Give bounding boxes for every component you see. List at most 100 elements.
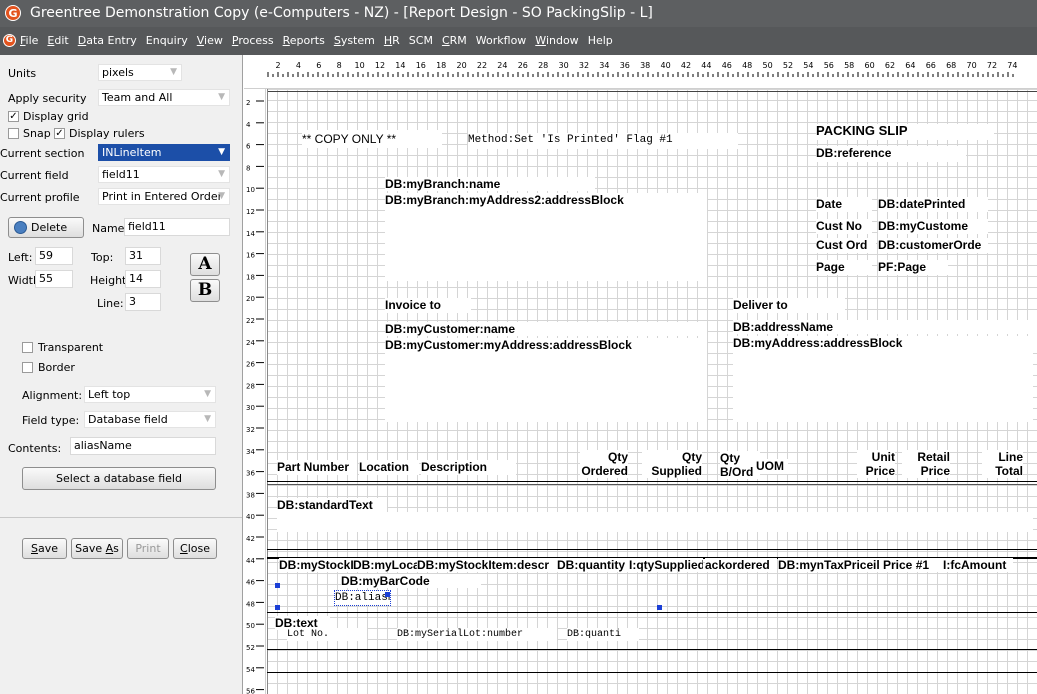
branch-address-field[interactable]: DB:myBranch:myAddress2:addressBlock [385,193,707,207]
border-checkbox[interactable] [22,362,33,373]
serial-lot-field[interactable]: DB:mySerialLot:number [397,628,557,641]
col-qty-bord[interactable]: Qty B/Ord [720,451,760,479]
lot-no-label[interactable]: Lot No. [287,628,367,641]
li-fcamount-field[interactable]: I:fcAmount [943,558,1013,572]
invoice-to-label[interactable]: Invoice to [385,298,471,313]
menu-process[interactable]: Process [232,34,274,47]
copy-only-text[interactable]: ** COPY ONLY ** [302,130,442,148]
page-label[interactable]: Page [816,260,872,275]
document-icon[interactable]: G [3,34,16,47]
print-button[interactable]: Print [127,538,169,559]
date-printed-field[interactable]: DB:datePrinted [878,197,988,212]
profile-dropdown[interactable]: Print in Entered Order ▼ [98,188,230,205]
menu-edit[interactable]: Edit [47,34,68,47]
col-part-number[interactable]: Part Number [277,460,357,475]
delivery-address-block [733,350,1033,422]
my-address-field[interactable]: DB:myAddress:addressBlock [733,336,1037,350]
standard-text-field[interactable]: DB:standardText [277,498,387,512]
col-unit-price-l1: Unit [871,450,895,464]
save-as-button[interactable]: Save As [71,538,123,559]
barcode-field[interactable]: DB:myBarCode [341,574,481,588]
top-input[interactable]: 31 [125,247,161,265]
col-qty-ordered[interactable]: Qty Ordered [580,450,628,478]
cust-no-field[interactable]: DB:myCustome [878,219,988,234]
li-location-field[interactable]: DB:myLoca [353,558,417,572]
li-qtysupplied-field[interactable]: I:qtySupplied [629,558,703,572]
selection-handle[interactable] [275,583,280,588]
fieldtype-dropdown[interactable]: Database field ▼ [84,411,216,428]
width-input[interactable]: 55 [35,270,73,288]
menu-help[interactable]: Help [588,34,613,47]
selection-handle[interactable] [657,605,662,610]
transparent-checkbox[interactable] [22,342,33,353]
left-input[interactable]: 59 [35,247,73,265]
units-dropdown[interactable]: pixels ▼ [98,64,182,81]
menu-data-entry[interactable]: Data Entry [78,34,137,47]
col-location[interactable]: Location [359,460,419,475]
li-quantity-field[interactable]: DB:quantity [557,558,629,572]
menu-reports[interactable]: Reports [283,34,325,47]
font-b-button[interactable]: B [190,279,220,302]
menu-crm[interactable]: CRM [442,34,467,47]
snap-checkbox[interactable] [8,128,19,139]
section-dropdown[interactable]: INLineItem ▼ [98,144,230,161]
contents-input[interactable]: aliasName [70,437,216,455]
name-input[interactable]: field11 [124,218,230,236]
menu-view[interactable]: View [197,34,223,47]
display-rulers-checkbox[interactable]: ✓ [54,128,65,139]
db-reference-field[interactable]: DB:reference [816,146,966,162]
method-field[interactable]: Method:Set 'Is Printed' Flag #1 [468,133,738,149]
field-dropdown[interactable]: field11 ▼ [98,166,230,183]
ruler-label: 26 [518,61,528,70]
vertical-ruler[interactable]: 2 4 6 8 10 12 14 16 18 20 22 24 26 28 30 32 34 36 38 40 42 44… [244,89,266,694]
li-stockitem-field[interactable]: DB:myStockIte [279,558,353,572]
menu-system[interactable]: System [334,34,375,47]
menu-window[interactable]: Window [535,34,578,47]
lot-quantity-field[interactable]: DB:quanti [567,628,639,641]
save-button[interactable]: Save [22,538,67,559]
delete-button[interactable]: Delete [8,217,84,238]
horizontal-ruler[interactable]: 2 4 6 8 10 12 14 16 18 20 22 24 26 28 30 32 34 36 38 40 42 44… [244,55,1037,89]
menu-scm[interactable]: SCM [409,34,433,47]
li-descr-field[interactable]: DB:myStockItem:descr [417,558,557,572]
cust-ord-label[interactable]: Cust Ord [816,238,876,253]
date-label[interactable]: Date [816,197,872,212]
deliver-to-label[interactable]: Deliver to [733,298,845,313]
menu-file[interactable]: File [20,34,38,47]
cust-no-label[interactable]: Cust No [816,219,872,234]
menu-accel: W [535,34,546,47]
menu-hr[interactable]: HR [384,34,400,47]
li-backordered-field[interactable]: ackordered [705,558,777,572]
address-name-field[interactable]: DB:addressName [733,320,1037,334]
col-qty-supplied[interactable]: Qty Supplied [642,450,702,478]
customer-address-field[interactable]: DB:myCustomer:myAddress:addressBlock [385,338,707,352]
close-button[interactable]: Close [173,538,217,559]
col-uom[interactable]: UOM [756,459,788,474]
display-grid-checkbox[interactable]: ✓ [8,111,19,122]
ruler-label: 4 [296,61,301,70]
cust-ord-field[interactable]: DB:customerOrde [878,238,988,253]
selection-handle[interactable] [275,605,280,610]
select-database-field-button[interactable]: Select a database field [22,467,216,490]
col-unit-price[interactable]: Unit Price [857,450,895,478]
branch-name-field[interactable]: DB:myBranch:name [385,177,595,191]
selection-handle[interactable] [385,592,390,597]
menu-workflow[interactable]: Workflow [476,34,527,47]
security-dropdown[interactable]: Team and All ▼ [98,89,230,106]
contents-label: Contents: [8,442,62,455]
col-retail-price[interactable]: Retail Price [902,450,950,478]
li-price-field[interactable]: il Price #1 [873,558,943,572]
col-line-total[interactable]: Line Total [982,450,1023,478]
li-tax-field[interactable]: DB:mynTaxPrice [778,558,873,572]
packing-slip-title[interactable]: PACKING SLIP [816,124,994,140]
height-input[interactable]: 14 [125,270,161,288]
font-a-button[interactable]: A [190,253,220,276]
menu-enquiry[interactable]: Enquiry [146,34,188,47]
alias-field-selected[interactable]: DB:aliasN [334,590,391,606]
line-input[interactable]: 3 [125,293,161,311]
report-canvas[interactable]: ** COPY ONLY ** Method:Set 'Is Printed' … [267,89,1037,694]
alignment-dropdown[interactable]: Left top ▼ [84,386,216,403]
col-description[interactable]: Description [421,460,516,475]
page-field[interactable]: PF:Page [878,260,948,275]
customer-name-field[interactable]: DB:myCustomer:name [385,322,707,336]
